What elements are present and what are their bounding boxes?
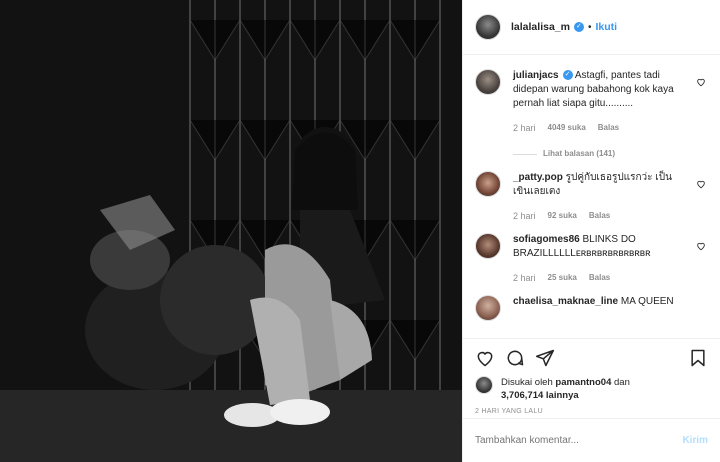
likes-count[interactable]: 3,706,714 lainnya xyxy=(501,390,579,401)
commenter-avatar[interactable] xyxy=(475,69,501,95)
heart-icon[interactable] xyxy=(696,241,706,251)
add-comment-bar: Kirim xyxy=(463,418,720,462)
comment-text: MA QUEEN xyxy=(620,296,674,307)
header-separator: • xyxy=(587,21,592,33)
bookmark-icon[interactable] xyxy=(688,348,708,368)
author-avatar[interactable] xyxy=(475,14,501,40)
comment-meta: 2 hari 25 suka Balas xyxy=(513,271,688,285)
comment-likes[interactable]: 4049 suka xyxy=(548,121,586,135)
liker-username[interactable]: pamantno04 xyxy=(555,377,611,388)
share-icon[interactable] xyxy=(535,348,555,368)
commenter-avatar[interactable] xyxy=(475,295,501,321)
likes-prefix: Disukai oleh xyxy=(501,377,553,388)
comment-item: julianjacs ✓ Astagfi, pantes tadi didepan… xyxy=(475,69,708,161)
reply-button[interactable]: Balas xyxy=(589,209,610,223)
heart-icon[interactable] xyxy=(696,77,706,87)
comment-input[interactable] xyxy=(475,435,683,446)
view-replies-button[interactable]: Lihat balasan (141) xyxy=(513,147,688,161)
follow-button[interactable]: Ikuti xyxy=(595,21,617,33)
photo-illustration xyxy=(0,0,462,462)
likes-summary: Disukai oleh pamantno04 dan 3,706,714 la… xyxy=(463,376,720,406)
verified-icon: ✓ xyxy=(562,70,573,81)
author-username[interactable]: lalalalisa_m xyxy=(511,21,570,33)
comment-likes[interactable]: 92 suka xyxy=(548,209,577,223)
liker-avatar[interactable] xyxy=(475,376,493,394)
reply-button[interactable]: Balas xyxy=(589,271,610,285)
instagram-post: lalalalisa_m ✓ • Ikuti julianjacs ✓ Astag… xyxy=(0,0,720,462)
post-header: lalalalisa_m ✓ • Ikuti xyxy=(463,0,720,55)
comment-meta: 2 hari 4049 suka Balas xyxy=(513,121,688,135)
view-replies-label: Lihat balasan (141) xyxy=(543,149,616,158)
action-bar xyxy=(463,338,720,376)
commenter-avatar[interactable] xyxy=(475,171,501,197)
comment-username[interactable]: sofiagomes86 xyxy=(513,234,580,245)
reply-button[interactable]: Balas xyxy=(598,121,619,135)
comment-time[interactable]: 2 hari xyxy=(513,121,536,135)
post-comment-button[interactable]: Kirim xyxy=(682,435,708,446)
comment-likes[interactable]: 25 suka xyxy=(548,271,577,285)
likes-joiner: dan xyxy=(614,377,630,388)
comment-meta: 2 hari 92 suka Balas xyxy=(513,209,688,223)
comment-icon[interactable] xyxy=(505,348,525,368)
commenter-avatar[interactable] xyxy=(475,233,501,259)
post-photo[interactable] xyxy=(0,0,462,462)
comment-username[interactable]: julianjacs xyxy=(513,70,559,81)
heart-icon[interactable] xyxy=(475,348,495,368)
heart-icon[interactable] xyxy=(696,179,706,189)
comment-item: sofiagomes86 BLINKS DO BRAZILLLLLLᴇʀʙʀʙʀ… xyxy=(475,233,708,285)
comment-username[interactable]: chaelisa_maknae_line xyxy=(513,296,618,307)
verified-icon: ✓ xyxy=(573,22,584,32)
comments-list[interactable]: julianjacs ✓ Astagfi, pantes tadi didepan… xyxy=(463,55,720,338)
comment-time[interactable]: 2 hari xyxy=(513,271,536,285)
side-panel: lalalalisa_m ✓ • Ikuti julianjacs ✓ Astag… xyxy=(462,0,720,462)
comment-item: _patty.pop รูปคู่กับเธอรูปแรกว่ะ เป็นเขิ… xyxy=(475,171,708,223)
comment-username[interactable]: _patty.pop xyxy=(513,172,563,183)
comment-time[interactable]: 2 hari xyxy=(513,209,536,223)
comment-item: chaelisa_maknae_line MA QUEEN xyxy=(475,295,708,321)
replies-divider xyxy=(513,153,537,155)
